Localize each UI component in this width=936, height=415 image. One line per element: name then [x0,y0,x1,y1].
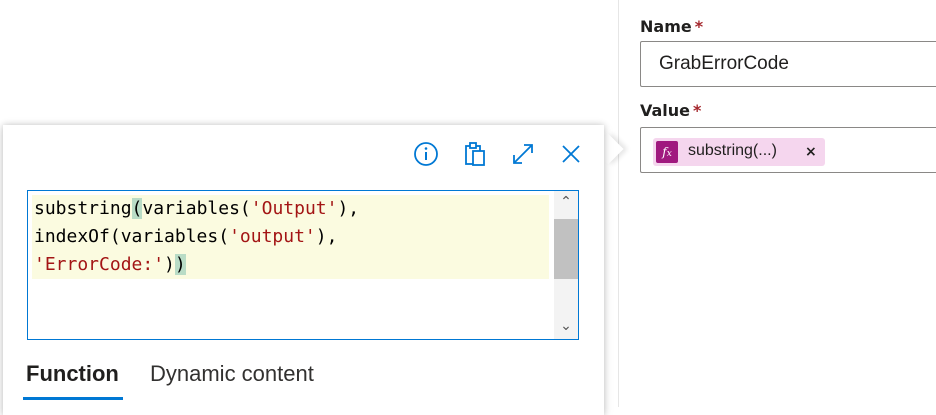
bracket-highlight: ) [174,254,186,275]
close-icon [562,145,580,163]
vertical-scrollbar[interactable]: ⌃ ⌄ [554,191,578,339]
string-literal: 'ErrorCode:' [34,254,165,275]
code-token: ), [315,226,338,247]
tab-dynamic-content[interactable]: Dynamic content [150,361,314,387]
code-line: indexOf(variables('output'), [32,223,549,251]
remove-token-button[interactable]: × [805,144,817,160]
expression-flyout: substring(variables('Output'), indexOf(v… [3,125,604,415]
expression-token[interactable]: fx substring(...) × [653,138,825,166]
fx-icon: fx [656,141,678,163]
code-line: substring(variables('Output'), [32,195,549,223]
code-line: 'ErrorCode:')) [32,251,549,279]
properties-panel: Name * GrabErrorCode Value * fx substring(… [618,0,936,407]
scroll-down-icon[interactable]: ⌄ [554,315,578,337]
code-token: indexOf(variables( [34,226,230,247]
name-label-text: Name [640,17,692,36]
code-area[interactable]: substring(variables('Output'), indexOf(v… [32,195,549,279]
close-button[interactable] [556,139,586,169]
required-marker: * [694,17,704,36]
string-literal: 'Output' [250,198,338,219]
bracket-highlight: ( [131,198,143,219]
value-label-text: Value [640,101,691,120]
name-input[interactable]: GrabErrorCode [640,41,936,87]
expression-editor[interactable]: substring(variables('Output'), indexOf(v… [27,190,579,340]
code-token: ) [164,254,175,275]
value-input[interactable]: fx substring(...) × [640,127,936,173]
value-label: Value * [640,101,701,120]
info-button[interactable] [411,139,441,169]
required-marker: * [693,101,702,120]
clipboard-button[interactable] [460,139,490,169]
name-label: Name * [640,17,703,36]
code-token: substring [34,198,132,219]
tab-function[interactable]: Function [26,361,119,387]
clipboard-icon [465,142,485,166]
scroll-up-icon[interactable]: ⌃ [554,191,578,213]
string-literal: 'output' [229,226,316,247]
token-label: substring(...) [688,142,777,159]
active-tab-indicator [23,397,123,400]
expand-icon [513,144,533,164]
expand-button[interactable] [508,139,538,169]
code-token: ), [337,198,360,219]
info-icon [414,142,438,166]
scroll-thumb[interactable] [554,219,578,279]
code-token: variables( [142,198,251,219]
